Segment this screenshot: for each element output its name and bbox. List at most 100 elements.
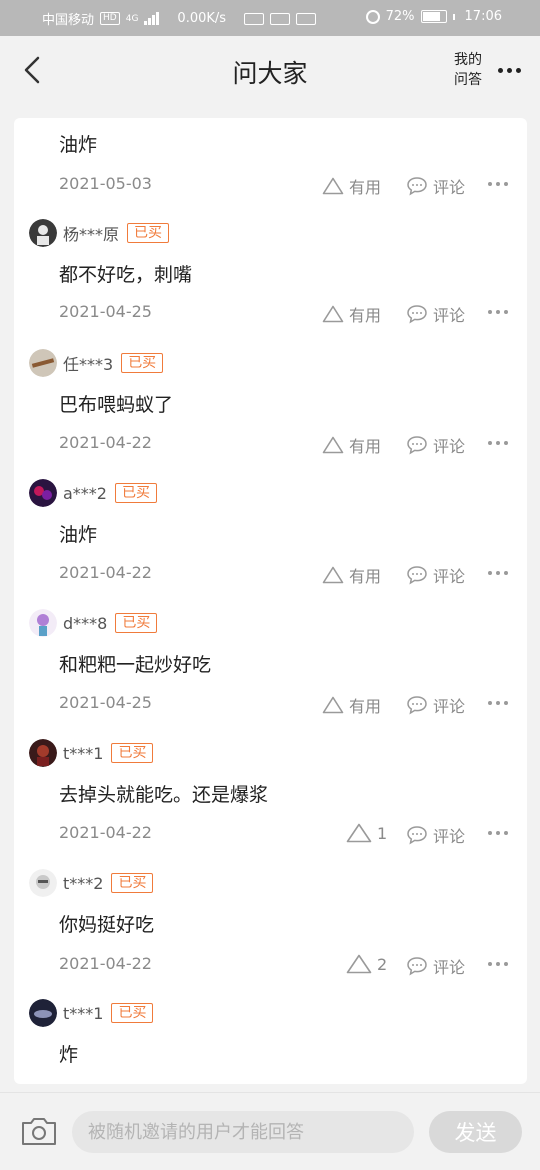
comment-button[interactable]: 评论 bbox=[406, 302, 465, 326]
network-type: 4G bbox=[125, 13, 139, 24]
useful-count: 2 bbox=[377, 954, 388, 974]
answer-text: 都不好吃，刺嘴 bbox=[59, 264, 193, 286]
item-more-icon[interactable] bbox=[488, 174, 512, 194]
answer-date: 2021-04-22 bbox=[59, 563, 152, 582]
answer-user: 任***3 已买 bbox=[29, 348, 164, 378]
useful-count: 1 bbox=[377, 823, 388, 843]
avatar[interactable] bbox=[29, 739, 57, 767]
comment-bubble-icon bbox=[407, 566, 427, 585]
avatar[interactable] bbox=[29, 999, 57, 1027]
answer-text: 炸 bbox=[59, 1044, 79, 1066]
comment-label: 评论 bbox=[433, 178, 466, 197]
status-bar-left: 中国移动 HD 4G 0.00K/s bbox=[42, 9, 317, 28]
network-speed: 0.00K/s bbox=[177, 11, 227, 26]
username: 任***3 bbox=[63, 355, 114, 374]
comment-button[interactable]: 评论 bbox=[406, 693, 465, 717]
comment-label: 评论 bbox=[433, 697, 466, 716]
useful-button[interactable]: 有用 bbox=[322, 693, 381, 717]
comment-label: 评论 bbox=[433, 567, 466, 586]
comment-bubble-icon bbox=[407, 177, 427, 196]
comment-bubble-icon bbox=[407, 305, 427, 324]
answer-date: 2021-04-22 bbox=[59, 433, 152, 452]
useful-button[interactable]: 有用 bbox=[322, 302, 381, 326]
answer-user: a***2 已买 bbox=[29, 478, 157, 508]
notification-icon bbox=[244, 12, 265, 25]
comment-button[interactable]: 评论 bbox=[406, 433, 465, 457]
answer-user: d***8 已买 bbox=[29, 608, 158, 638]
camera-button[interactable] bbox=[20, 1115, 58, 1147]
item-more-icon[interactable] bbox=[488, 693, 512, 713]
thumbs-up-triangle-icon bbox=[322, 177, 344, 195]
purchased-badge: 已买 bbox=[111, 1003, 154, 1023]
more-icon[interactable] bbox=[492, 58, 526, 82]
purchased-badge: 已买 bbox=[111, 743, 154, 763]
answer-date: 2021-04-25 bbox=[59, 302, 152, 321]
comment-button[interactable]: 评论 bbox=[406, 823, 465, 847]
purchased-badge: 已买 bbox=[111, 873, 154, 893]
useful-button[interactable]: 有用 bbox=[322, 174, 381, 198]
notification-icon bbox=[270, 12, 291, 25]
comment-label: 评论 bbox=[433, 437, 466, 456]
useful-button[interactable]: 有用 bbox=[322, 433, 381, 457]
status-bar: 中国移动 HD 4G 0.00K/s 72% 17:06 bbox=[0, 0, 540, 36]
answer-date: 2021-04-22 bbox=[59, 954, 152, 973]
my-qa-button[interactable]: 我的问答 bbox=[448, 50, 488, 90]
comment-bubble-icon bbox=[407, 436, 427, 455]
battery-cap bbox=[452, 13, 455, 20]
comment-button[interactable]: 评论 bbox=[406, 174, 465, 198]
purchased-badge: 已买 bbox=[115, 613, 158, 633]
battery-percent: 72% bbox=[385, 9, 415, 24]
useful-button[interactable]: 有用 bbox=[322, 563, 381, 587]
item-more-icon[interactable] bbox=[488, 302, 512, 322]
answer-user: t***2 已买 bbox=[29, 868, 154, 898]
useful-button[interactable]: 1 bbox=[346, 823, 387, 843]
clock-time: 17:06 bbox=[464, 9, 502, 24]
answers-list: 油炸 2021-05-03 有用 评论 杨***原 已买 都不好吃，刺嘴 202… bbox=[14, 118, 527, 1084]
useful-label: 有用 bbox=[349, 697, 382, 716]
status-bar-right: 72% 17:06 bbox=[365, 9, 502, 24]
comment-bubble-icon bbox=[407, 696, 427, 715]
thumbs-up-triangle-icon bbox=[346, 823, 372, 843]
answer-input[interactable] bbox=[72, 1111, 414, 1153]
comment-bubble-icon bbox=[407, 826, 427, 845]
useful-label: 有用 bbox=[349, 567, 382, 586]
useful-label: 有用 bbox=[349, 306, 382, 325]
back-icon bbox=[24, 56, 40, 84]
answer-text: 去掉头就能吃。还是爆浆 bbox=[59, 784, 269, 806]
purchased-badge: 已买 bbox=[121, 353, 164, 373]
item-more-icon[interactable] bbox=[488, 823, 512, 843]
answer-bar: 发送 bbox=[0, 1092, 540, 1170]
answer-user: t***1 已买 bbox=[29, 738, 154, 768]
avatar[interactable] bbox=[29, 609, 57, 637]
thumbs-up-triangle-icon bbox=[346, 954, 372, 974]
comment-button[interactable]: 评论 bbox=[406, 954, 465, 978]
camera-icon bbox=[22, 1118, 56, 1145]
avatar[interactable] bbox=[29, 219, 57, 247]
avatar[interactable] bbox=[29, 869, 57, 897]
answer-text: 你妈挺好吃 bbox=[59, 914, 155, 936]
item-more-icon[interactable] bbox=[488, 433, 512, 453]
send-button[interactable]: 发送 bbox=[429, 1111, 522, 1153]
answer-user: t***1 已买 bbox=[29, 998, 154, 1028]
carrier-name: 中国移动 bbox=[42, 13, 95, 28]
avatar[interactable] bbox=[29, 479, 57, 507]
answer-date: 2021-04-25 bbox=[59, 693, 152, 712]
username: 杨***原 bbox=[63, 225, 120, 244]
thumbs-up-triangle-icon bbox=[322, 566, 344, 584]
thumbs-up-triangle-icon bbox=[322, 436, 344, 454]
username: t***2 bbox=[63, 873, 104, 893]
hd-indicator: HD bbox=[100, 12, 120, 25]
notification-icon bbox=[296, 12, 317, 25]
signal-icon bbox=[144, 12, 160, 25]
answer-date: 2021-04-22 bbox=[59, 823, 152, 842]
back-button[interactable] bbox=[16, 52, 48, 88]
thumbs-up-triangle-icon bbox=[322, 305, 344, 323]
item-more-icon[interactable] bbox=[488, 563, 512, 583]
useful-button[interactable]: 2 bbox=[346, 954, 387, 974]
item-more-icon[interactable] bbox=[488, 954, 512, 974]
avatar[interactable] bbox=[29, 349, 57, 377]
comment-bubble-icon bbox=[407, 957, 427, 976]
alarm-icon bbox=[365, 9, 380, 24]
comment-button[interactable]: 评论 bbox=[406, 563, 465, 587]
comment-label: 评论 bbox=[433, 306, 466, 325]
